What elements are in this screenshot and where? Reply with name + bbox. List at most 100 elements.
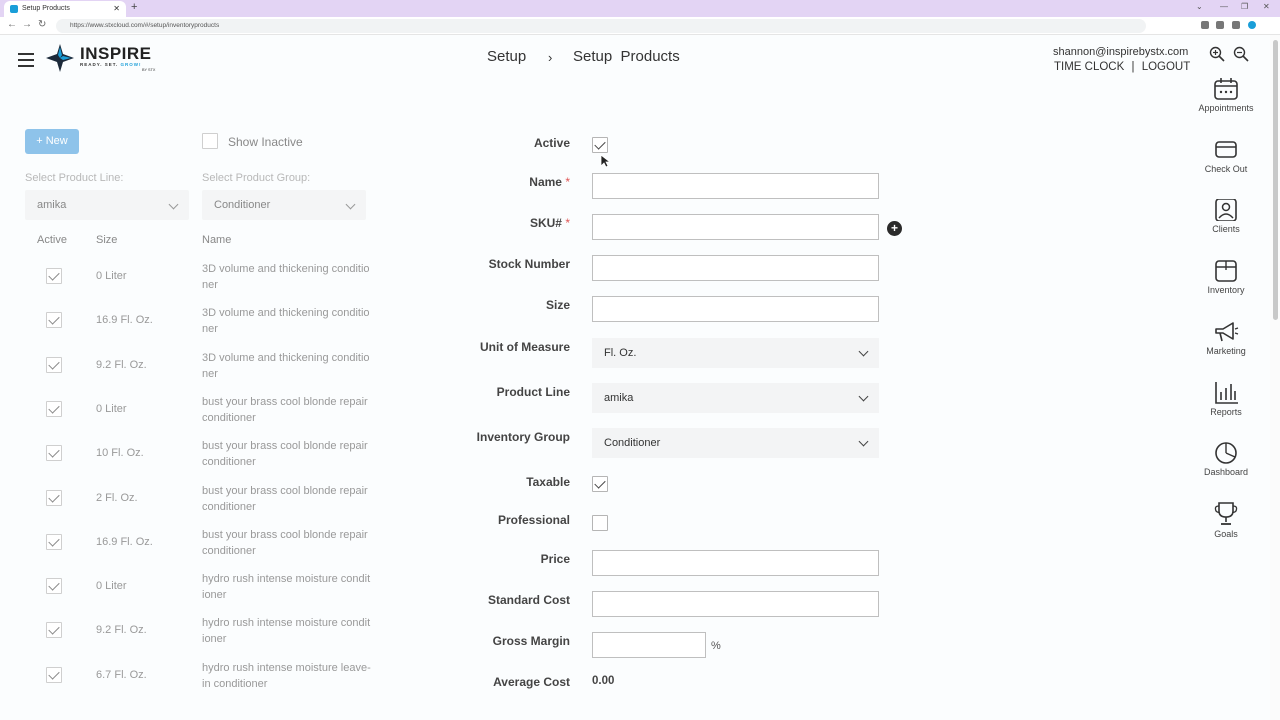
product-line-label: Product Line [496, 385, 570, 399]
megaphone-icon [1215, 322, 1239, 342]
chevron-down-icon [345, 199, 356, 210]
active-label: Active [533, 136, 570, 150]
name-field[interactable] [592, 173, 879, 199]
url-field[interactable]: https://www.stxcloud.com/#/setup/invento… [56, 19, 1146, 33]
time-clock-link[interactable]: TIME CLOCK [1054, 61, 1124, 73]
taxable-label: Taxable [526, 475, 570, 489]
browser-tab-strip: Setup Products ✕ + ⌄ — ❐ ✕ [0, 0, 1280, 17]
row-name[interactable]: 3D volume and thickening conditioner [202, 350, 372, 382]
size-field[interactable] [592, 296, 879, 322]
product-line-value: amika [604, 392, 634, 404]
minimize-icon[interactable]: — [1220, 2, 1228, 11]
chevron-down-icon [858, 391, 869, 402]
extension-icon[interactable] [1232, 21, 1240, 29]
row-size[interactable]: 0 Liter [96, 270, 127, 282]
favicon-icon [10, 5, 18, 13]
column-header-size[interactable]: Size [96, 234, 117, 246]
inventory-group-label: Inventory Group [476, 430, 570, 444]
nav-label: Dashboard [1203, 467, 1249, 477]
required-mark: * [565, 216, 570, 230]
product-line-filter-value: amika [37, 199, 67, 211]
logo-tagline: READY. SET. GROW! [80, 62, 142, 67]
row-active-checkbox[interactable] [46, 401, 62, 417]
logo-text: INSPIRE [80, 44, 152, 63]
user-email: shannon@inspirebystx.com [1053, 46, 1189, 58]
row-size[interactable]: 16.9 Fl. Oz. [96, 314, 153, 326]
inspire-logo[interactable]: INSPIRE READY. SET. GROW! BY STX [46, 44, 166, 76]
row-active-checkbox[interactable] [46, 578, 62, 594]
price-field[interactable] [592, 550, 879, 576]
sku-label-text: SKU# [529, 216, 562, 230]
nav-label: Clients [1212, 224, 1240, 234]
row-active-checkbox[interactable] [46, 534, 62, 550]
taxable-checkbox[interactable] [592, 476, 608, 492]
standard-cost-field[interactable] [592, 591, 879, 617]
size-label: Size [545, 298, 570, 312]
nav-label: Appointments [1198, 103, 1254, 113]
product-line-select[interactable]: amika [592, 383, 879, 413]
window-close-icon[interactable]: ✕ [1263, 2, 1270, 11]
browser-tab[interactable]: Setup Products ✕ [4, 1, 126, 17]
row-size[interactable]: 16.9 Fl. Oz. [96, 536, 153, 548]
nav-label: Reports [1210, 407, 1242, 417]
column-header-active[interactable]: Active [37, 234, 67, 246]
standard-cost-label: Standard Cost [487, 593, 570, 607]
plus-circle-icon[interactable]: + [887, 221, 902, 236]
user-links: TIME CLOCK | LOGOUT [1054, 61, 1190, 73]
nav-label: Goals [1214, 529, 1238, 539]
price-label: Price [540, 552, 570, 566]
percent-sign: % [711, 640, 721, 652]
stock-number-field[interactable] [592, 255, 879, 281]
stock-number-label: Stock Number [488, 257, 570, 271]
browser-tab-title: Setup Products [22, 5, 70, 12]
nav-appointments[interactable]: Appointments [1191, 78, 1261, 113]
calendar-icon [1214, 78, 1238, 100]
sku-field[interactable] [592, 214, 879, 240]
new-tab-button[interactable]: + [131, 1, 137, 13]
zoom-out-icon[interactable] [1233, 46, 1249, 62]
professional-checkbox[interactable] [592, 515, 608, 531]
nav-goals[interactable]: Goals [1191, 502, 1261, 539]
name-label-text: Name [529, 175, 562, 189]
unit-of-measure-select[interactable]: Fl. Oz. [592, 338, 879, 368]
row-size[interactable]: 9.2 Fl. Oz. [96, 359, 147, 371]
gross-margin-field[interactable] [592, 632, 706, 658]
credit-card-icon [1215, 141, 1237, 158]
forward-icon[interactable]: → [22, 19, 32, 30]
extension-icon[interactable] [1201, 21, 1209, 29]
menu-icon[interactable] [18, 53, 34, 67]
tab-search-icon[interactable]: ⌄ [1196, 2, 1203, 11]
nav-reports[interactable]: Reports [1191, 382, 1261, 417]
zoom-in-icon[interactable] [1209, 46, 1225, 62]
nav-marketing[interactable]: Marketing [1191, 321, 1261, 356]
nav-inventory[interactable]: Inventory [1191, 260, 1261, 295]
column-header-name[interactable]: Name [202, 234, 231, 246]
chevron-down-icon [858, 436, 869, 447]
nav-clients[interactable]: Clients [1191, 199, 1261, 234]
row-size[interactable]: 0 Liter [96, 580, 127, 592]
name-label: Name * [0, 175, 570, 189]
row-active-checkbox[interactable] [46, 445, 62, 461]
breadcrumb-setup[interactable]: Setup [487, 48, 526, 65]
row-size[interactable]: 0 Liter [96, 403, 127, 415]
inventory-group-select[interactable]: Conditioner [592, 428, 879, 458]
row-size[interactable]: 10 Fl. Oz. [96, 447, 144, 459]
extension-icon[interactable] [1216, 21, 1224, 29]
row-active-checkbox[interactable] [46, 312, 62, 328]
scrollbar-thumb[interactable] [1273, 40, 1278, 320]
restore-icon[interactable]: ❐ [1241, 2, 1248, 11]
close-tab-icon[interactable]: ✕ [113, 1, 120, 17]
row-active-checkbox[interactable] [46, 357, 62, 373]
nav-check-out[interactable]: Check Out [1191, 139, 1261, 174]
average-cost-label: Average Cost [493, 675, 570, 689]
back-icon[interactable]: ← [7, 19, 17, 30]
row-size[interactable]: 2 Fl. Oz. [96, 492, 138, 504]
reload-icon[interactable]: ↻ [38, 19, 46, 30]
required-mark: * [565, 175, 570, 189]
row-active-checkbox[interactable] [46, 490, 62, 506]
nav-dashboard[interactable]: Dashboard [1191, 442, 1261, 477]
logo-tagline-a: READY. SET. [80, 62, 121, 67]
logout-link[interactable]: LOGOUT [1142, 61, 1191, 73]
profile-icon[interactable] [1248, 21, 1256, 29]
active-checkbox[interactable] [592, 137, 608, 153]
